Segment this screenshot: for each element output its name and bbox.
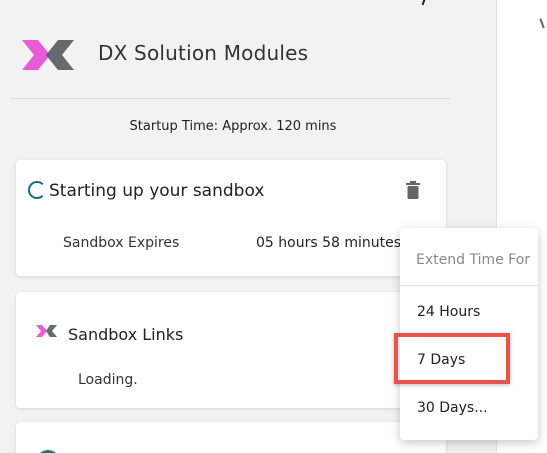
next-card — [16, 422, 446, 453]
spinner-icon — [28, 181, 46, 199]
highlight-box — [394, 333, 510, 384]
sandbox-status-title: Starting up your sandbox — [49, 181, 265, 201]
expires-value[interactable]: 05 hours 58 minutes — [256, 235, 401, 251]
header-divider — [10, 98, 450, 99]
sandbox-status-card: Starting up your sandbox Sandbox Expires… — [16, 160, 446, 276]
sandbox-links-card: Sandbox Links Loading. — [16, 292, 446, 408]
dx-logo-icon — [22, 40, 74, 70]
dx-small-logo-icon — [36, 325, 57, 337]
app-title: DX Solution Modules — [98, 41, 309, 65]
trash-icon[interactable] — [406, 181, 420, 199]
menu-item-30-days[interactable]: 30 Days... — [417, 400, 488, 416]
menu-item-24-hours[interactable]: 24 Hours — [417, 304, 480, 320]
menu-header: Extend Time For — [416, 252, 531, 268]
sandbox-links-title: Sandbox Links — [68, 325, 184, 344]
expires-label: Sandbox Expires — [63, 235, 180, 251]
app-header: DX Solution Modules — [0, 0, 466, 100]
loading-text: Loading. — [78, 372, 138, 388]
menu-divider — [400, 285, 538, 286]
startup-time-text: Startup Time: Approx. 120 mins — [129, 119, 337, 134]
